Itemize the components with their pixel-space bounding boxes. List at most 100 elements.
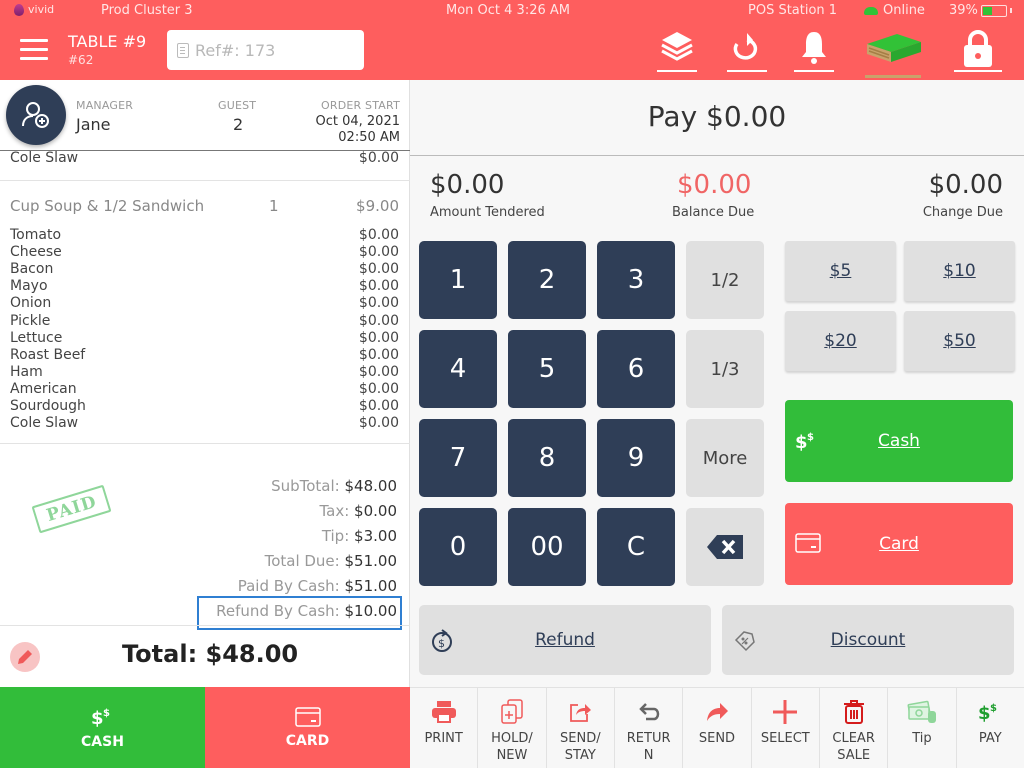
hold-new-button[interactable]: HOLD/ NEW: [478, 688, 547, 768]
keypad-key[interactable]: 3: [597, 241, 675, 319]
quick-5-button[interactable]: $5: [785, 241, 896, 301]
backspace-icon: [707, 535, 743, 559]
discount-label: Discount: [830, 630, 906, 650]
credit-card-icon: [294, 706, 321, 727]
keypad-key[interactable]: 6: [597, 330, 675, 408]
keypad-key[interactable]: 9: [597, 419, 675, 497]
total-line: Tax: $0.00: [319, 502, 397, 520]
battery-percent: 39%: [949, 3, 978, 18]
keypad-key[interactable]: 8: [508, 419, 586, 497]
cash-drawer-button[interactable]: [860, 30, 926, 78]
modifier-item[interactable]: Bacon $0.00: [10, 261, 399, 278]
select-button[interactable]: SELECT: [752, 688, 820, 768]
order-items-list[interactable]: Cole Slaw $0.00 Cup Soup & 1/2 Sandwich …: [0, 151, 410, 444]
key-half[interactable]: 1/2: [686, 241, 764, 319]
keypad-key[interactable]: 0: [419, 508, 497, 586]
menu-icon[interactable]: [20, 39, 48, 61]
send-stay-icon: [570, 704, 592, 722]
modifier-price: $0.00: [358, 312, 399, 329]
key-third[interactable]: 1/3: [686, 330, 764, 408]
quick-10-button[interactable]: $10: [904, 241, 1015, 301]
pay-card-button[interactable]: Card: [785, 503, 1013, 585]
refresh-button[interactable]: [714, 30, 780, 74]
modifier-name: Roast Beef: [10, 346, 86, 363]
dollar-icon: $ $: [91, 708, 110, 728]
keypad-key[interactable]: 7: [419, 419, 497, 497]
modifier-item[interactable]: Tomato $0.00: [10, 227, 399, 244]
modifier-name: Sourdough: [10, 398, 86, 414]
modifier-item[interactable]: Mayo $0.00: [10, 278, 399, 295]
send-button[interactable]: SEND: [683, 688, 752, 768]
keypad-key[interactable]: 1: [419, 241, 497, 319]
tip-button[interactable]: Tip: [888, 688, 957, 768]
keypad-key[interactable]: 00: [508, 508, 586, 586]
backspace-button[interactable]: [686, 508, 764, 586]
modifier-item[interactable]: Roast Beef $0.00: [10, 347, 399, 364]
divider: [410, 155, 1024, 156]
action-toolbar: PRINT HOLD/ NEW SEND/ STAY RETUR N SEND …: [410, 687, 1024, 768]
cash-label: CASH: [81, 733, 124, 750]
cash-button[interactable]: $ $ CASH: [0, 687, 205, 768]
add-customer-button[interactable]: [6, 85, 66, 145]
keypad-key[interactable]: 5: [508, 330, 586, 408]
layers-button[interactable]: [644, 30, 710, 74]
pay-cash-button[interactable]: $ $ Cash: [785, 400, 1013, 482]
pay-title: Pay $0.00: [647, 100, 787, 133]
modifier-price: $0.00: [358, 363, 399, 380]
keypad-key[interactable]: C: [597, 508, 675, 586]
discount-tag-icon: [734, 631, 755, 652]
key-more[interactable]: More: [686, 419, 764, 497]
return-button[interactable]: RETUR N: [615, 688, 684, 768]
keypad-key[interactable]: 2: [508, 241, 586, 319]
trash-icon: [843, 700, 864, 724]
manager-label: MANAGER: [76, 99, 134, 112]
modifier-item[interactable]: Ham $0.00: [10, 364, 399, 381]
item-price: $9.00: [356, 197, 399, 215]
modifier-name: Lettuce: [10, 329, 63, 346]
modifier-item[interactable]: American $0.00: [10, 381, 399, 398]
dollar-icon: $ $: [978, 703, 997, 723]
modifier-item[interactable]: Onion $0.00: [10, 295, 399, 312]
order-header: MANAGER Jane GUEST 2 ORDER START Oct 04,…: [0, 80, 410, 151]
edit-button[interactable]: [10, 642, 40, 672]
tool-label: SEND/ STAY: [560, 731, 601, 763]
list-item-main[interactable]: Cup Soup & 1/2 Sandwich 1 $9.00: [10, 198, 399, 215]
modifier-item[interactable]: Cole Slaw $0.00: [10, 415, 399, 432]
card-button[interactable]: CARD: [205, 687, 410, 768]
brand-logo: vivid: [14, 3, 54, 16]
send-stay-button[interactable]: SEND/ STAY: [547, 688, 615, 768]
pay-card-label: Card: [879, 534, 919, 554]
quick-20-button[interactable]: $20: [785, 311, 896, 371]
ref-field[interactable]: [167, 30, 364, 70]
tool-label: Tip: [912, 731, 932, 746]
change-due: $0.00: [928, 170, 1003, 200]
connection-status: Online: [864, 3, 925, 18]
hold-new-icon: [501, 699, 523, 724]
lock-button[interactable]: [945, 30, 1011, 74]
print-button[interactable]: PRINT: [410, 688, 479, 768]
item-name: Cole Slaw: [10, 151, 79, 166]
modifier-name: Ham: [10, 363, 43, 380]
status-bar: vivid Prod Cluster 3 Mon Oct 4 3:26 AM P…: [0, 0, 1024, 22]
modifier-item[interactable]: Cheese $0.00: [10, 244, 399, 261]
item-qty: 1: [269, 197, 279, 215]
tool-label: PRINT: [424, 731, 463, 746]
modifier-item[interactable]: Pickle $0.00: [10, 313, 399, 330]
ref-input[interactable]: [195, 40, 355, 60]
list-item[interactable]: Cole Slaw $0.00: [10, 151, 399, 167]
printer-icon: [431, 701, 456, 723]
keypad-key[interactable]: 4: [419, 330, 497, 408]
notifications-button[interactable]: [781, 30, 847, 74]
modifier-name: Bacon: [10, 261, 54, 278]
modifier-price: $0.00: [358, 278, 399, 295]
clear-sale-button[interactable]: CLEAR SALE: [820, 688, 889, 768]
svg-text:$: $: [795, 432, 808, 452]
table-title: TABLE #9: [68, 32, 147, 51]
discount-button[interactable]: Discount: [722, 605, 1014, 675]
modifier-item[interactable]: Lettuce $0.00: [10, 330, 399, 347]
pay-button[interactable]: $ $ PAY: [957, 688, 1024, 768]
card-label: CARD: [285, 732, 330, 749]
quick-50-button[interactable]: $50: [904, 311, 1015, 371]
modifier-item[interactable]: Sourdough $0.00: [10, 398, 399, 415]
refund-button[interactable]: $ Refund: [419, 605, 711, 675]
